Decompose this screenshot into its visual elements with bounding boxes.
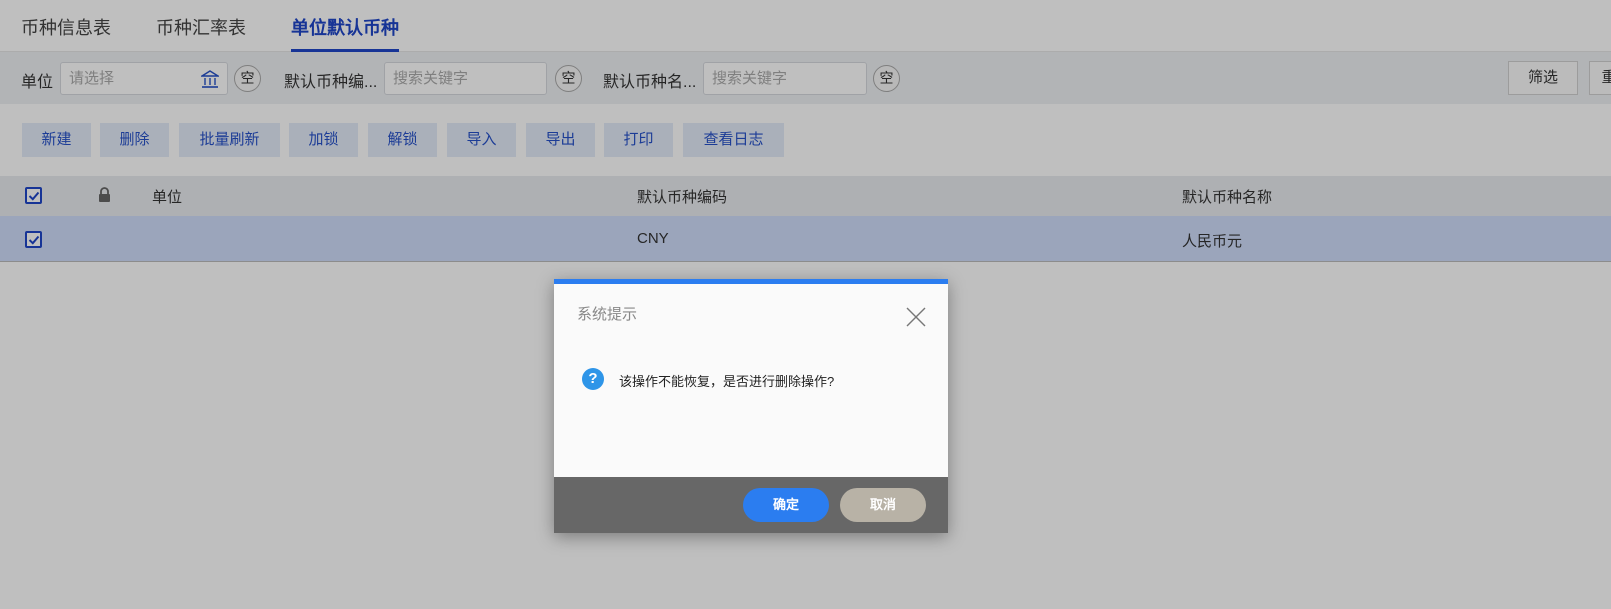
dialog-top-bar <box>554 279 948 284</box>
confirm-button[interactable]: 确定 <box>743 488 829 522</box>
dialog-message: 该操作不能恢复，是否进行删除操作? <box>619 374 835 389</box>
question-icon: ? <box>582 368 604 390</box>
confirm-dialog: 系统提示 ? 该操作不能恢复，是否进行删除操作? 确定 取消 <box>554 279 948 533</box>
dialog-title: 系统提示 <box>577 306 638 323</box>
dialog-footer: 确定 取消 <box>554 477 948 533</box>
close-icon[interactable] <box>904 305 928 329</box>
cancel-button[interactable]: 取消 <box>840 488 926 522</box>
